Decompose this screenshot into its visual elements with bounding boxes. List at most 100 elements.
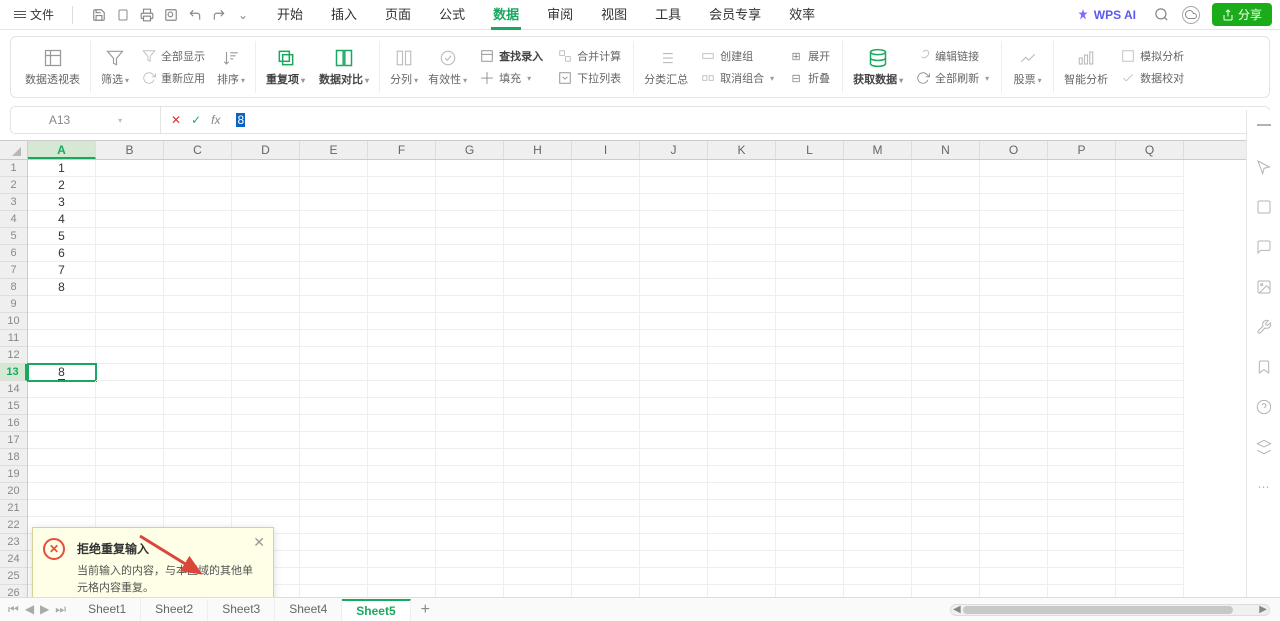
cell[interactable] — [28, 449, 96, 466]
cell[interactable] — [640, 398, 708, 415]
cell[interactable] — [436, 551, 504, 568]
cell[interactable] — [1116, 381, 1184, 398]
cell[interactable] — [504, 245, 572, 262]
cell[interactable] — [572, 415, 640, 432]
collapse-button[interactable]: ⊟折叠 — [786, 69, 832, 87]
row-header[interactable]: 8 — [0, 279, 27, 296]
select-tool-icon[interactable] — [1255, 158, 1273, 176]
cell[interactable] — [504, 177, 572, 194]
cell[interactable] — [776, 160, 844, 177]
data-check-button[interactable]: 数据校对 — [1118, 69, 1186, 87]
cell[interactable] — [572, 432, 640, 449]
search-icon[interactable] — [1154, 7, 1170, 23]
cell[interactable] — [980, 194, 1048, 211]
cell[interactable] — [504, 228, 572, 245]
cell[interactable] — [504, 517, 572, 534]
row-header[interactable]: 10 — [0, 313, 27, 330]
column-header[interactable]: E — [300, 141, 368, 159]
sheet-tab[interactable]: Sheet2 — [141, 599, 208, 621]
cancel-edit-button[interactable]: ✕ — [171, 113, 181, 127]
hscroll-thumb[interactable] — [963, 606, 1233, 614]
cell[interactable] — [912, 517, 980, 534]
sheet-tab[interactable]: Sheet1 — [74, 599, 141, 621]
column-header[interactable]: I — [572, 141, 640, 159]
cell[interactable] — [368, 313, 436, 330]
sheet-tab[interactable]: Sheet5 — [342, 599, 410, 621]
cell[interactable] — [436, 211, 504, 228]
cell[interactable] — [1048, 483, 1116, 500]
cell[interactable] — [164, 330, 232, 347]
cell[interactable] — [912, 415, 980, 432]
cell[interactable] — [232, 483, 300, 500]
cell[interactable]: 1 — [28, 160, 96, 177]
cell[interactable] — [572, 517, 640, 534]
cell[interactable] — [1048, 534, 1116, 551]
cell[interactable] — [776, 466, 844, 483]
cell[interactable] — [164, 279, 232, 296]
cell[interactable] — [436, 381, 504, 398]
cell[interactable] — [96, 347, 164, 364]
cell[interactable] — [844, 398, 912, 415]
cell[interactable] — [164, 364, 232, 381]
cell[interactable] — [232, 313, 300, 330]
cell[interactable] — [28, 415, 96, 432]
cell[interactable] — [232, 160, 300, 177]
cell[interactable]: 7 — [28, 262, 96, 279]
cell[interactable] — [164, 262, 232, 279]
cell[interactable] — [912, 466, 980, 483]
column-header[interactable]: F — [368, 141, 436, 159]
close-popup-button[interactable]: ✕ — [253, 534, 265, 551]
cell[interactable] — [844, 517, 912, 534]
cell[interactable] — [572, 330, 640, 347]
cell[interactable] — [640, 551, 708, 568]
cell[interactable] — [572, 296, 640, 313]
confirm-edit-button[interactable]: ✓ — [191, 113, 201, 127]
column-header[interactable]: P — [1048, 141, 1116, 159]
cell[interactable] — [980, 330, 1048, 347]
cell[interactable] — [980, 517, 1048, 534]
help-panel-icon[interactable] — [1255, 398, 1273, 416]
cell[interactable] — [708, 177, 776, 194]
horizontal-scrollbar[interactable]: ◀ ▶ — [950, 604, 1270, 616]
cell[interactable] — [436, 500, 504, 517]
cell[interactable] — [164, 160, 232, 177]
lookup-entry-button[interactable]: 查找录入 — [477, 47, 545, 65]
cell[interactable] — [1116, 466, 1184, 483]
cell[interactable] — [912, 313, 980, 330]
cell[interactable] — [28, 330, 96, 347]
cell[interactable] — [232, 194, 300, 211]
cell[interactable] — [436, 245, 504, 262]
ungroup-button[interactable]: 取消组合▾ — [698, 69, 776, 87]
cell[interactable] — [572, 398, 640, 415]
cell[interactable] — [96, 262, 164, 279]
subtotal-button[interactable]: 分类汇总 — [644, 47, 688, 87]
column-header[interactable]: J — [640, 141, 708, 159]
row-header[interactable]: 13 — [0, 364, 27, 381]
cell[interactable] — [640, 296, 708, 313]
cell[interactable] — [640, 483, 708, 500]
row-header[interactable]: 16 — [0, 415, 27, 432]
cell[interactable] — [28, 296, 96, 313]
cell[interactable] — [572, 194, 640, 211]
cell[interactable] — [300, 517, 368, 534]
validity-button[interactable]: 有效性▾ — [428, 47, 467, 87]
cell[interactable] — [28, 398, 96, 415]
cell[interactable] — [368, 500, 436, 517]
sort-button[interactable]: 排序▾ — [217, 47, 245, 87]
cell[interactable] — [912, 449, 980, 466]
cell[interactable] — [504, 262, 572, 279]
cell[interactable] — [1048, 296, 1116, 313]
cell[interactable]: 8 — [28, 279, 96, 296]
cell[interactable] — [1048, 313, 1116, 330]
sheet-first-button[interactable]: ⏮ — [8, 602, 19, 617]
cell[interactable] — [368, 398, 436, 415]
name-box[interactable]: A13▾ — [11, 107, 161, 133]
cell[interactable] — [436, 432, 504, 449]
cell[interactable] — [504, 194, 572, 211]
cell[interactable] — [844, 551, 912, 568]
get-data-button[interactable]: 获取数据▾ — [853, 47, 903, 87]
cell[interactable] — [708, 466, 776, 483]
cell[interactable] — [640, 347, 708, 364]
cell[interactable] — [96, 245, 164, 262]
cell[interactable] — [300, 449, 368, 466]
